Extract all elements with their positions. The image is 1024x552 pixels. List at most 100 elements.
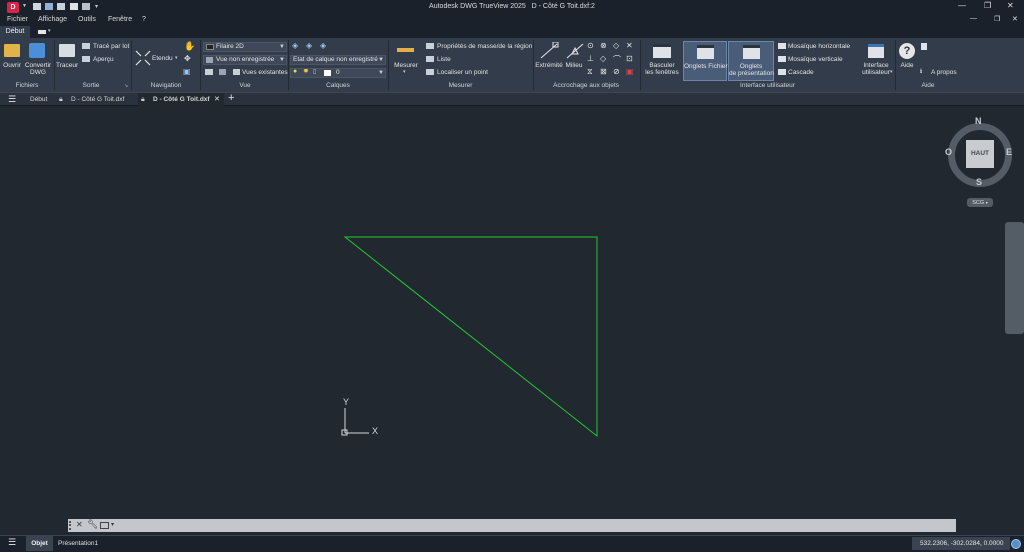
layout-tab-objet[interactable]: Objet xyxy=(26,536,53,551)
perpendicular-snap-icon[interactable]: ⌒ xyxy=(613,54,621,65)
extremite-button[interactable]: Extrémité xyxy=(534,62,564,69)
compass-west[interactable]: O xyxy=(945,147,952,157)
onglets-fichier-button[interactable]: Onglets Fichier xyxy=(683,41,728,81)
doc-tab-file-1[interactable]: 🔒︎ D - Côté G Toit.dxf xyxy=(57,93,124,106)
command-grip[interactable] xyxy=(69,521,72,530)
compass-east[interactable]: E xyxy=(1006,147,1012,157)
convert-dwg-icon[interactable] xyxy=(29,43,45,58)
hamburger-menu-icon[interactable]: ☰ xyxy=(8,94,16,105)
etendu-button[interactable]: Etendu xyxy=(152,55,173,62)
intersection-snap-icon[interactable]: ✕ xyxy=(626,41,633,50)
view-manager-icon[interactable] xyxy=(205,69,213,75)
midpoint-snap-icon[interactable] xyxy=(565,42,585,60)
list-icon[interactable] xyxy=(426,56,434,62)
help-icon[interactable]: ? xyxy=(899,43,915,59)
ribbon-minimize-button[interactable]: ▾ xyxy=(36,28,54,36)
open-folder-icon[interactable] xyxy=(4,44,20,57)
apercu-button[interactable]: Aperçu xyxy=(93,56,114,63)
layer-match-icon[interactable]: ◈ xyxy=(306,41,312,50)
about-icon[interactable]: ℹ xyxy=(920,68,922,75)
user-interface-icon[interactable] xyxy=(868,44,884,58)
extension-snap-icon[interactable]: ⊥ xyxy=(587,54,594,63)
menu-fenetre[interactable]: Fenêtre xyxy=(108,16,132,23)
localiser-point-button[interactable]: Localiser un point xyxy=(437,69,488,76)
traceur-button[interactable]: Traceur xyxy=(56,62,78,69)
onglets-presentation-button[interactable]: Onglets de présentation xyxy=(728,41,774,81)
vues-existantes-button[interactable]: Vues existantes xyxy=(242,69,288,76)
layer-state-dropdown[interactable]: Etat de calque non enregistré ▼ xyxy=(290,55,386,65)
apparent-snap-icon[interactable]: ⊘ xyxy=(613,67,620,76)
pan-hand-icon[interactable]: ✋ xyxy=(184,41,195,52)
named-view-dropdown[interactable]: Vue non enregistrée ▼ xyxy=(203,55,287,65)
milieu-button[interactable]: Milieu xyxy=(562,62,586,69)
minimize-icon[interactable]: — xyxy=(958,1,966,10)
triangle-polyline[interactable] xyxy=(343,236,598,438)
doc-restore-icon[interactable]: ❐ xyxy=(994,15,1000,23)
menu-affichage[interactable]: Affichage xyxy=(38,16,67,23)
new-tab-plus-icon[interactable]: + xyxy=(228,92,234,104)
tab-debut[interactable]: Début xyxy=(0,26,30,38)
navigation-bar[interactable] xyxy=(1005,222,1024,334)
tab-close-icon[interactable]: ✕ xyxy=(214,93,220,106)
tile-horizontal-icon[interactable] xyxy=(778,43,786,49)
locate-point-icon[interactable] xyxy=(426,69,434,75)
a-propos-button[interactable]: A propos xyxy=(931,69,957,76)
tangent-snap-icon[interactable]: ⊡ xyxy=(626,54,633,63)
cascade-button[interactable]: Cascade xyxy=(788,69,814,76)
layouts-menu-icon[interactable]: ☰ xyxy=(8,537,16,548)
batch-plot-icon[interactable] xyxy=(82,43,90,49)
mosaique-verticale-button[interactable]: Mosaïque verticale xyxy=(788,56,843,63)
orbit-icon[interactable]: ✥ xyxy=(184,54,191,63)
command-history-chevron-icon[interactable]: ▾ xyxy=(111,521,114,528)
visual-style-dropdown[interactable]: Filaire 2D ▼ xyxy=(203,42,287,52)
restore-icon[interactable]: ❐ xyxy=(984,1,991,10)
proprietes-masse-button[interactable]: Propriétés de masse/de la région xyxy=(437,43,532,50)
menu-outils[interactable]: Outils xyxy=(78,16,96,23)
sortie-expand-icon[interactable]: ↘ xyxy=(124,83,128,89)
close-icon[interactable]: ✕ xyxy=(1007,1,1014,10)
ucs-status-icon[interactable] xyxy=(1011,539,1021,549)
mass-properties-icon[interactable] xyxy=(426,43,434,49)
showmotion-icon[interactable]: ▣ xyxy=(183,67,191,76)
whats-new-icon[interactable] xyxy=(921,43,927,50)
snap-settings-icon[interactable]: ▣ xyxy=(626,67,634,76)
etendu-dropdown-icon[interactable]: ▾ xyxy=(175,55,178,61)
trace-par-lot-button[interactable]: Tracé par lot xyxy=(93,43,129,50)
layer-dropdown[interactable]: ● ✹ ▯ 0 ▼ xyxy=(290,68,386,78)
doc-tab-file-2-active[interactable]: 🔒︎ D - Côté G Toit.dxf ✕ xyxy=(138,93,224,106)
insertion-snap-icon[interactable]: ◇ xyxy=(600,54,606,63)
zoom-extents-icon[interactable] xyxy=(135,50,151,66)
camera-icon[interactable] xyxy=(219,69,226,75)
tile-vertical-icon[interactable] xyxy=(778,56,786,62)
command-close-icon[interactable]: ✕ xyxy=(76,520,83,529)
viewcube-top-face[interactable]: HAUT xyxy=(966,140,994,168)
compass-north[interactable]: N xyxy=(975,116,982,126)
center-snap-icon[interactable]: ⊙ xyxy=(587,41,594,50)
mesurer-dropdown-icon[interactable]: ▾ xyxy=(403,69,406,75)
layer-previous-icon[interactable]: ◈ xyxy=(320,41,326,50)
preview-icon[interactable] xyxy=(82,56,90,62)
interface-utilisateur-button[interactable]: Interface utilisateur xyxy=(858,62,894,76)
wcs-menu[interactable]: SCG ▾ xyxy=(967,198,993,207)
command-line[interactable] xyxy=(68,519,956,532)
command-prompt-icon[interactable] xyxy=(100,522,109,529)
doc-tab-debut[interactable]: Début xyxy=(30,93,47,106)
switch-windows-icon[interactable] xyxy=(653,44,671,58)
endpoint-snap-icon[interactable] xyxy=(539,42,559,60)
layer-properties-icon[interactable]: ◈ xyxy=(292,41,298,50)
drawing-canvas[interactable]: Y X HAUT N S E O SCG ▾ xyxy=(0,106,1024,518)
basculer-fenetres-button[interactable]: Basculer les fenêtres xyxy=(644,62,680,76)
nearest-snap-icon[interactable]: ⧖ xyxy=(587,67,593,77)
doc-minimize-icon[interactable]: — xyxy=(970,15,977,22)
menu-fichier[interactable]: Fichier xyxy=(7,16,28,23)
compass-south[interactable]: S xyxy=(976,177,982,187)
measure-ruler-icon[interactable] xyxy=(397,48,414,52)
mesurer-button[interactable]: Mesurer xyxy=(390,62,422,69)
coordinates-display[interactable]: 532.2306, -302.0284, 0.0000 xyxy=(912,537,1010,550)
mosaique-horizontale-button[interactable]: Mosaïque horizontale xyxy=(788,43,850,50)
menu-help[interactable]: ? xyxy=(142,16,146,23)
aide-button[interactable]: Aide xyxy=(896,62,918,69)
command-customize-wrench-icon[interactable]: 🔧︎ xyxy=(87,519,98,530)
convertir-dwg-button[interactable]: Convertir DWG xyxy=(24,62,52,76)
existing-views-icon[interactable] xyxy=(233,69,240,75)
